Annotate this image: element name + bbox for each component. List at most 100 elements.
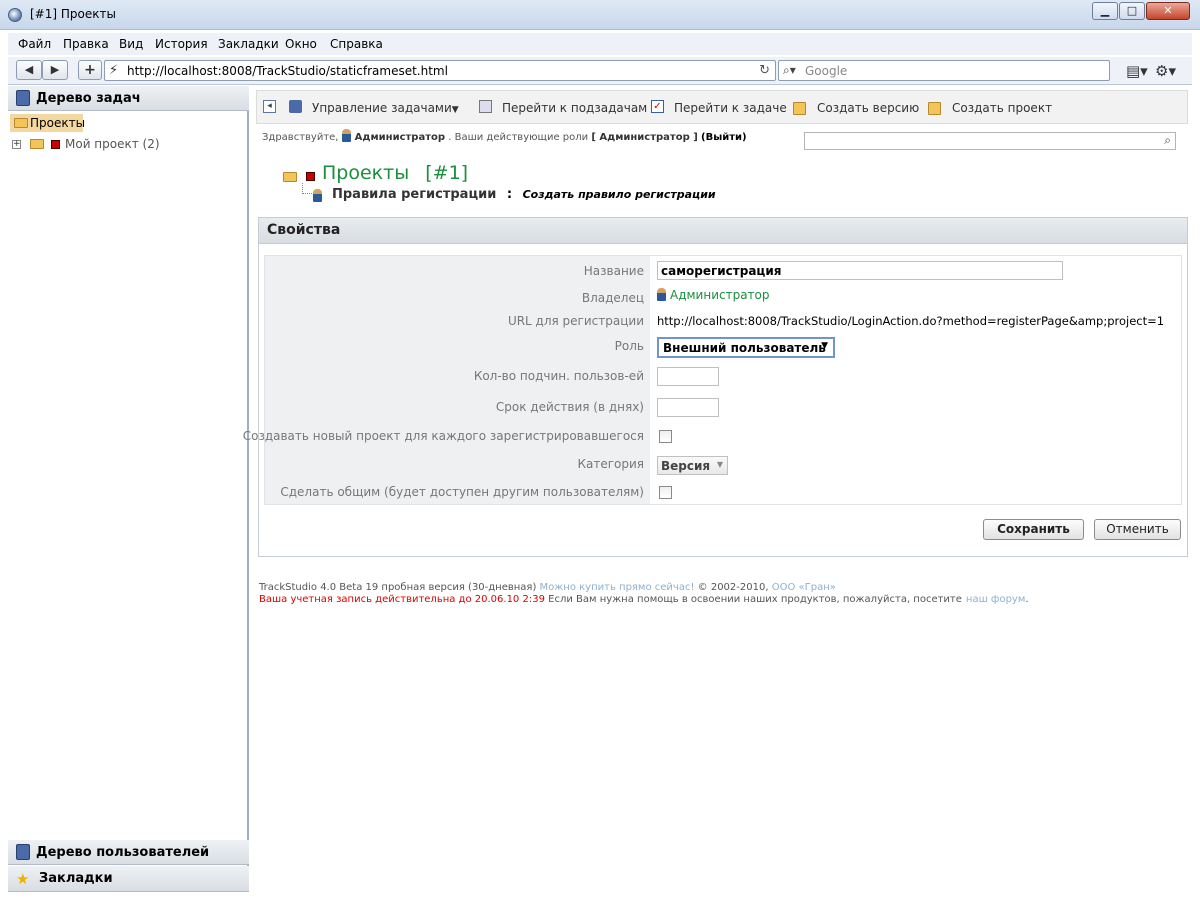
create-project-button[interactable]: Создать проект — [952, 101, 1052, 115]
owner-value[interactable]: Администратор — [657, 288, 770, 302]
new-project-label: Создавать новый проект для каждого зарег… — [242, 429, 644, 443]
new-project-checkbox[interactable] — [659, 430, 672, 443]
page-title-text: Проекты — [322, 162, 410, 184]
main-panel: ◂ Управление задачами▼ Перейти к подзада… — [243, 86, 1192, 892]
folder-icon — [283, 172, 297, 182]
goto-subtasks-button[interactable]: Перейти к подзадачам — [502, 101, 647, 115]
registration-url: http://localhost:8008/TrackStudio/LoginA… — [657, 314, 1165, 328]
shared-checkbox[interactable] — [659, 486, 672, 499]
rule-user-icon — [313, 189, 322, 202]
search-input[interactable]: Google — [805, 64, 847, 78]
page-number: [#1] — [425, 162, 469, 184]
save-button[interactable]: Сохранить — [983, 519, 1084, 540]
breadcrumb-section[interactable]: Правила регистрации — [332, 187, 496, 202]
user-tree-title: Дерево пользователей — [36, 845, 210, 860]
cancel-button[interactable]: Отменить — [1094, 519, 1181, 540]
url-label: URL для регистрации — [507, 314, 644, 328]
user-tree-header[interactable]: Дерево пользователей — [8, 840, 249, 865]
role-select[interactable]: Внешний пользователь ▼ — [657, 337, 835, 358]
page-title[interactable]: Проекты [#1] — [322, 162, 468, 184]
create-version-button[interactable]: Создать версию — [817, 101, 919, 115]
category-select[interactable]: Версия ▼ — [657, 456, 728, 475]
tree-connector — [302, 183, 312, 194]
labels-column: Название Владелец URL для регистрации Ро… — [243, 256, 650, 504]
expiry-days-input[interactable] — [657, 398, 719, 417]
greeting-user[interactable]: Администратор — [355, 132, 445, 143]
footer-copyright: © 2002-2010, — [697, 582, 769, 593]
menu-edit[interactable]: Правка — [63, 37, 109, 51]
menu-view[interactable]: Вид — [119, 37, 143, 51]
address-url[interactable]: http://localhost:8008/TrackStudio/static… — [127, 64, 448, 78]
subordinate-label: Кол-во подчин. пользов-ей — [473, 369, 644, 383]
subtasks-icon — [479, 100, 492, 113]
owner-name: Администратор — [670, 288, 770, 302]
folder-icon — [793, 102, 806, 115]
company-link[interactable]: ООО «Гран» — [772, 582, 836, 593]
task-tree-title: Дерево задач — [36, 91, 141, 106]
folder-icon — [30, 139, 44, 149]
forum-link[interactable]: наш форум — [966, 594, 1025, 605]
menu-file[interactable]: Файл — [18, 37, 51, 51]
page-icon[interactable]: ▤▾ — [1126, 62, 1148, 80]
checkbox-task-icon: ✓ — [651, 100, 664, 113]
chevron-down-icon: ▼ — [716, 460, 723, 469]
new-tab-button[interactable]: + — [78, 60, 102, 80]
menu-history[interactable]: История — [155, 37, 208, 51]
account-expiry-warning: Ваша учетная запись действительна до 20.… — [259, 594, 545, 605]
manage-tasks-label: Управление задачами — [312, 101, 452, 115]
subordinate-count-input[interactable] — [657, 367, 719, 386]
role-select-value: Внешний пользователь — [663, 341, 826, 355]
search-engine-icon[interactable]: ⌕▾ — [783, 63, 796, 78]
logout-link[interactable]: (Выйти) — [701, 132, 747, 143]
address-bar[interactable]: ⚡ http://localhost:8008/TrackStudio/stat… — [104, 60, 776, 81]
reload-icon[interactable]: ↻ — [759, 63, 770, 78]
role-label: Роль — [614, 339, 644, 353]
tree-item-projects[interactable]: Проекты — [10, 114, 85, 132]
quick-search-input[interactable]: ⌕ — [804, 132, 1176, 150]
manage-tasks-menu[interactable]: Управление задачами▼ — [312, 101, 459, 115]
close-button[interactable]: ✕ — [1146, 2, 1190, 20]
name-label: Название — [583, 264, 644, 278]
footer-line-2: Ваша учетная запись действительна до 20.… — [259, 594, 1029, 605]
status-square-icon — [306, 172, 315, 181]
navigation-bar: ◀ ▶ + ⚡ http://localhost:8008/TrackStudi… — [8, 57, 1192, 85]
search-bar[interactable]: ⌕▾ Google — [778, 60, 1110, 81]
forward-button[interactable]: ▶ — [42, 60, 68, 80]
minimize-button[interactable]: ▁ — [1092, 2, 1118, 20]
goto-task-button[interactable]: Перейти к задаче — [674, 101, 787, 115]
window-titlebar: [#1] Проекты ▁ □ ✕ — [0, 0, 1200, 30]
back-button[interactable]: ◀ — [16, 60, 42, 80]
menu-help[interactable]: Справка — [330, 37, 383, 51]
task-tree-header[interactable]: Дерево задач — [8, 86, 249, 111]
breadcrumb-separator: : — [506, 187, 513, 202]
bookmarks-header[interactable]: ★ Закладки — [8, 866, 249, 892]
name-input[interactable]: саморегистрация — [657, 261, 1063, 280]
menu-bookmarks[interactable]: Закладки — [218, 37, 279, 51]
greeting-roles: [ Администратор ] — [591, 132, 698, 143]
folder-icon — [14, 118, 28, 128]
maximize-button[interactable]: □ — [1119, 2, 1145, 20]
search-icon[interactable]: ⌕ — [1164, 133, 1171, 148]
collapse-panel-icon[interactable]: ◂ — [263, 100, 276, 113]
buy-link[interactable]: Можно купить прямо сейчас! — [540, 582, 695, 593]
user-tree-icon — [16, 844, 30, 860]
user-icon — [341, 129, 351, 142]
footer-help-text: Если Вам нужна помощь в освоении наших п… — [548, 594, 962, 605]
category-select-value: Версия — [661, 459, 711, 473]
properties-panel: Свойства Название Владелец URL для регис… — [243, 217, 1188, 557]
gear-icon[interactable]: ⚙▾ — [1155, 62, 1176, 80]
footer-period: . — [1025, 594, 1029, 605]
tree-item-my-project[interactable]: + Мой проект (2) — [12, 137, 212, 153]
bookmarks-title: Закладки — [39, 871, 113, 886]
chevron-down-icon: ▼ — [821, 341, 828, 351]
properties-header: Свойства — [259, 218, 1187, 244]
expand-icon[interactable]: + — [12, 140, 21, 149]
breadcrumb: Правила регистрации : Создать правило ре… — [332, 187, 716, 202]
category-label: Категория — [577, 457, 644, 471]
footer-line-1: TrackStudio 4.0 Beta 19 пробная версия (… — [259, 582, 836, 593]
menu-window[interactable]: Окно — [285, 37, 317, 51]
shared-label: Сделать общим (будет доступен другим пол… — [280, 485, 644, 499]
window-title: [#1] Проекты — [30, 7, 116, 21]
owner-label: Владелец — [581, 291, 644, 305]
tree-item-label: Мой проект (2) — [65, 137, 160, 151]
